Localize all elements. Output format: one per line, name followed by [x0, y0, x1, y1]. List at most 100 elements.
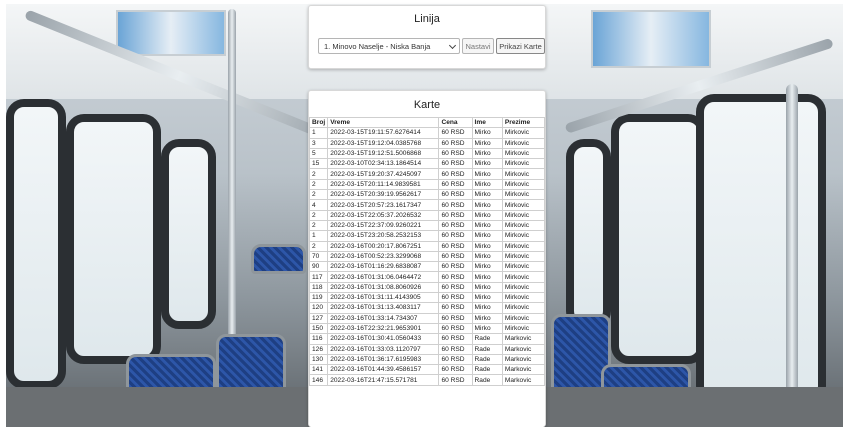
ticket-price-cell: 60 RSD — [438, 178, 473, 191]
table-row: 2 2022-03-15T19:20:37.4245097 60 RSD Mirko M… — [309, 168, 545, 180]
ticket-time-cell: 2022-03-15T19:12:04.0385768 — [327, 137, 440, 149]
ticket-number-cell: 4 — [309, 199, 329, 211]
ticket-last-name-cell: Mirkovic — [501, 261, 545, 273]
ticket-price-cell: 60 RSD — [438, 199, 473, 211]
window-left-1 — [6, 99, 66, 389]
window-right-2 — [611, 114, 706, 364]
column-header-cena: Cena — [438, 116, 473, 129]
table-row: 118 2022-03-16T01:31:08.8060926 60 RSD Mirk… — [309, 281, 545, 294]
ticket-number-cell: 120 — [309, 302, 329, 314]
ticket-time-cell: 2022-03-15T20:57:23.1617347 — [327, 199, 440, 211]
ticket-price-cell: 60 RSD — [438, 147, 473, 160]
continue-button[interactable]: Nastavi — [462, 38, 494, 54]
ticket-last-name-cell: Mirkovic — [501, 199, 545, 211]
ticket-last-name-cell: Mirkovic — [501, 209, 545, 221]
ticket-time-cell: 2022-03-15T20:11:14.9839581 — [327, 178, 440, 191]
column-header-vreme: Vreme — [327, 116, 440, 129]
ticket-price-cell: 60 RSD — [438, 281, 473, 294]
ticket-last-name-cell: Markovic — [501, 374, 545, 386]
ticket-price-cell: 60 RSD — [438, 240, 473, 252]
window-left-2 — [66, 114, 161, 364]
ticket-price-cell: 60 RSD — [438, 312, 473, 324]
window-right-3 — [566, 139, 611, 329]
table-row: 117 2022-03-16T01:31:06.0464472 60 RSD Mirk… — [309, 271, 545, 283]
tickets-header-row: Broj Vreme Cena Ime Prezime — [309, 116, 545, 129]
ticket-price-cell: 60 RSD — [438, 137, 473, 149]
ticket-last-name-cell: Mirkovic — [501, 127, 545, 139]
ticket-number-cell: 1 — [309, 230, 329, 242]
tickets-panel-title: Karte — [413, 99, 441, 111]
ticket-first-name-cell: Rade — [471, 343, 503, 355]
ticket-last-name-cell: Mirkovic — [501, 219, 545, 232]
ticket-number-cell: 2 — [309, 240, 329, 252]
ticket-first-name-cell: Mirko — [471, 178, 503, 191]
ticket-number-cell: 130 — [309, 353, 329, 366]
ticket-last-name-cell: Mirkovic — [501, 322, 545, 335]
ticket-number-cell: 2 — [309, 189, 329, 201]
ticket-price-cell: 60 RSD — [438, 261, 473, 273]
ticket-price-cell: 60 RSD — [438, 209, 473, 221]
ticket-price-cell: 60 RSD — [438, 292, 473, 304]
line-panel: Linija 1. Minovo Naselje - Niska Banja N… — [308, 5, 546, 69]
chevron-down-icon — [448, 41, 457, 50]
table-row: 2 2022-03-16T00:20:17.8067251 60 RSD Mirko M… — [309, 240, 545, 252]
ticket-last-name-cell: Mirkovic — [501, 147, 545, 160]
ticket-number-cell: 141 — [309, 364, 329, 376]
ticket-first-name-cell: Mirko — [471, 230, 503, 242]
ticket-price-cell: 60 RSD — [438, 364, 473, 376]
window-right-1 — [696, 94, 826, 404]
ticket-time-cell: 2022-03-16T01:33:14.734307 — [327, 312, 440, 324]
ticket-price-cell: 60 RSD — [438, 302, 473, 314]
table-row: 1 2022-03-15T23:20:58.2532153 60 RSD Mirko M… — [309, 230, 545, 242]
ticket-time-cell: 2022-03-16T01:44:39.4586157 — [327, 364, 440, 376]
table-row: 120 2022-03-16T01:31:13.4083117 60 RSD Mirk… — [309, 302, 545, 314]
ticket-last-name-cell: Mirkovic — [501, 189, 545, 201]
show-tickets-button[interactable]: Prikazi Karte — [496, 38, 545, 54]
ticket-number-cell: 1 — [309, 127, 329, 139]
ticket-time-cell: 2022-03-16T01:31:08.8060926 — [327, 281, 440, 294]
ticket-time-cell: 2022-03-16T01:31:11.4143905 — [327, 292, 440, 304]
ticket-price-cell: 60 RSD — [438, 353, 473, 366]
ticket-last-name-cell: Markovic — [501, 353, 545, 366]
ticket-time-cell: 2022-03-15T20:39:19.9562617 — [327, 189, 440, 201]
tickets-table-body: 1 2022-03-15T19:11:57.6276414 60 RSD Mirko M… — [309, 127, 545, 386]
window-left-3 — [161, 139, 216, 329]
ticket-time-cell: 2022-03-15T22:37:09.9260221 — [327, 219, 440, 232]
ticket-last-name-cell: Markovic — [501, 343, 545, 355]
table-row: 2 2022-03-15T22:05:37.2026532 60 RSD Mirko M… — [309, 209, 545, 221]
ticket-last-name-cell: Mirkovic — [501, 168, 545, 180]
ticket-time-cell: 2022-03-16T01:30:41.0560433 — [327, 333, 440, 345]
ticket-number-cell: 119 — [309, 292, 329, 304]
ceiling-ad-right — [591, 10, 711, 68]
table-row: 4 2022-03-15T20:57:23.1617347 60 RSD Mirko M… — [309, 199, 545, 211]
ticket-first-name-cell: Mirko — [471, 302, 503, 314]
ticket-number-cell: 2 — [309, 178, 329, 191]
ticket-last-name-cell: Mirkovic — [501, 240, 545, 252]
line-select[interactable]: 1. Minovo Naselje - Niska Banja — [318, 38, 460, 54]
ticket-price-cell: 60 RSD — [438, 230, 473, 242]
ticket-first-name-cell: Rade — [471, 374, 503, 386]
table-row: 141 2022-03-16T01:44:39.4586157 60 RSD Rade… — [309, 364, 545, 376]
ticket-number-cell: 116 — [309, 333, 329, 345]
ticket-last-name-cell: Mirkovic — [501, 271, 545, 283]
ticket-price-cell: 60 RSD — [438, 168, 473, 180]
ticket-first-name-cell: Mirko — [471, 147, 503, 160]
ticket-first-name-cell: Mirko — [471, 189, 503, 201]
ticket-number-cell: 117 — [309, 271, 329, 283]
table-row: 119 2022-03-16T01:31:11.4143905 60 RSD Mirk… — [309, 292, 545, 304]
ticket-first-name-cell: Mirko — [471, 250, 503, 263]
ticket-first-name-cell: Mirko — [471, 281, 503, 294]
ticket-number-cell: 2 — [309, 209, 329, 221]
table-row: 146 2022-03-16T21:47:15.571781 60 RSD Rade M… — [309, 374, 545, 386]
ticket-first-name-cell: Mirko — [471, 137, 503, 149]
ticket-first-name-cell: Mirko — [471, 271, 503, 283]
table-row: 90 2022-03-16T01:16:29.6838087 60 RSD Mirko… — [309, 261, 545, 273]
table-row: 70 2022-03-16T00:52:23.3299068 60 RSD Mirko… — [309, 250, 545, 263]
ticket-number-cell: 5 — [309, 147, 329, 160]
column-header-broj: Broj — [309, 116, 329, 129]
ticket-price-cell: 60 RSD — [438, 189, 473, 201]
ticket-first-name-cell: Rade — [471, 333, 503, 345]
ticket-last-name-cell: Mirkovic — [501, 250, 545, 263]
ticket-last-name-cell: Mirkovic — [501, 281, 545, 294]
ticket-time-cell: 2022-03-15T23:20:58.2532153 — [327, 230, 440, 242]
